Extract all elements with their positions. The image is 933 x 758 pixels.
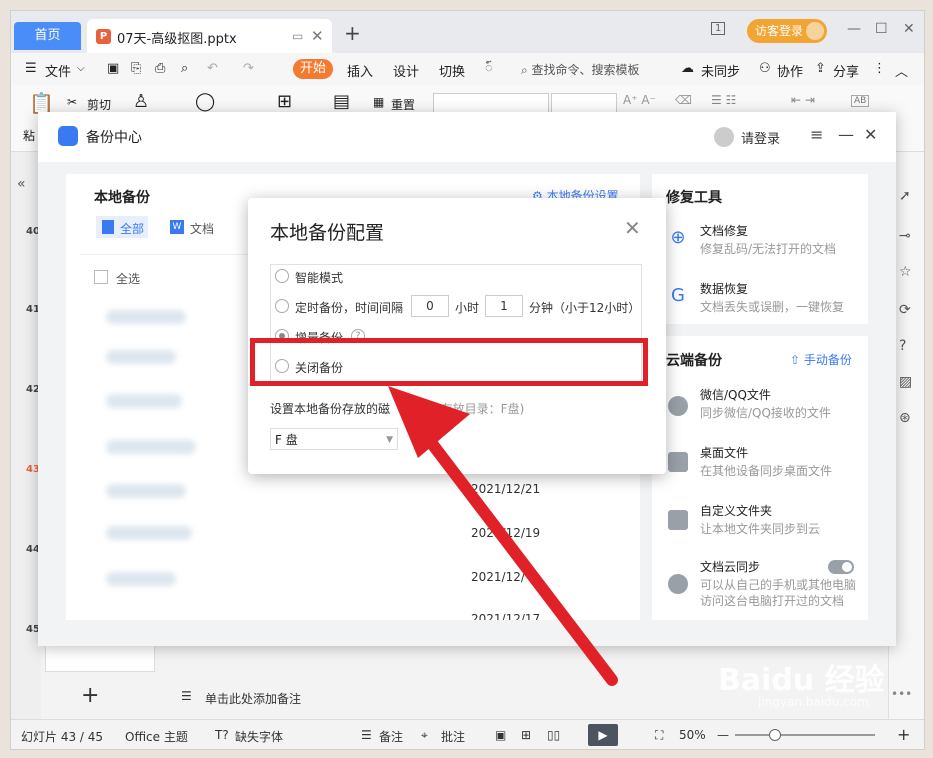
arrow-shaft <box>408 414 618 686</box>
watermark-main: Baidu 经验 <box>718 663 885 698</box>
arrow-head <box>388 386 470 458</box>
baidu-watermark: Baidu 经验 jingyan.baidu.com <box>718 655 885 709</box>
red-arrow-annotation <box>388 386 618 686</box>
watermark-sub: jingyan.baidu.com <box>758 695 869 709</box>
